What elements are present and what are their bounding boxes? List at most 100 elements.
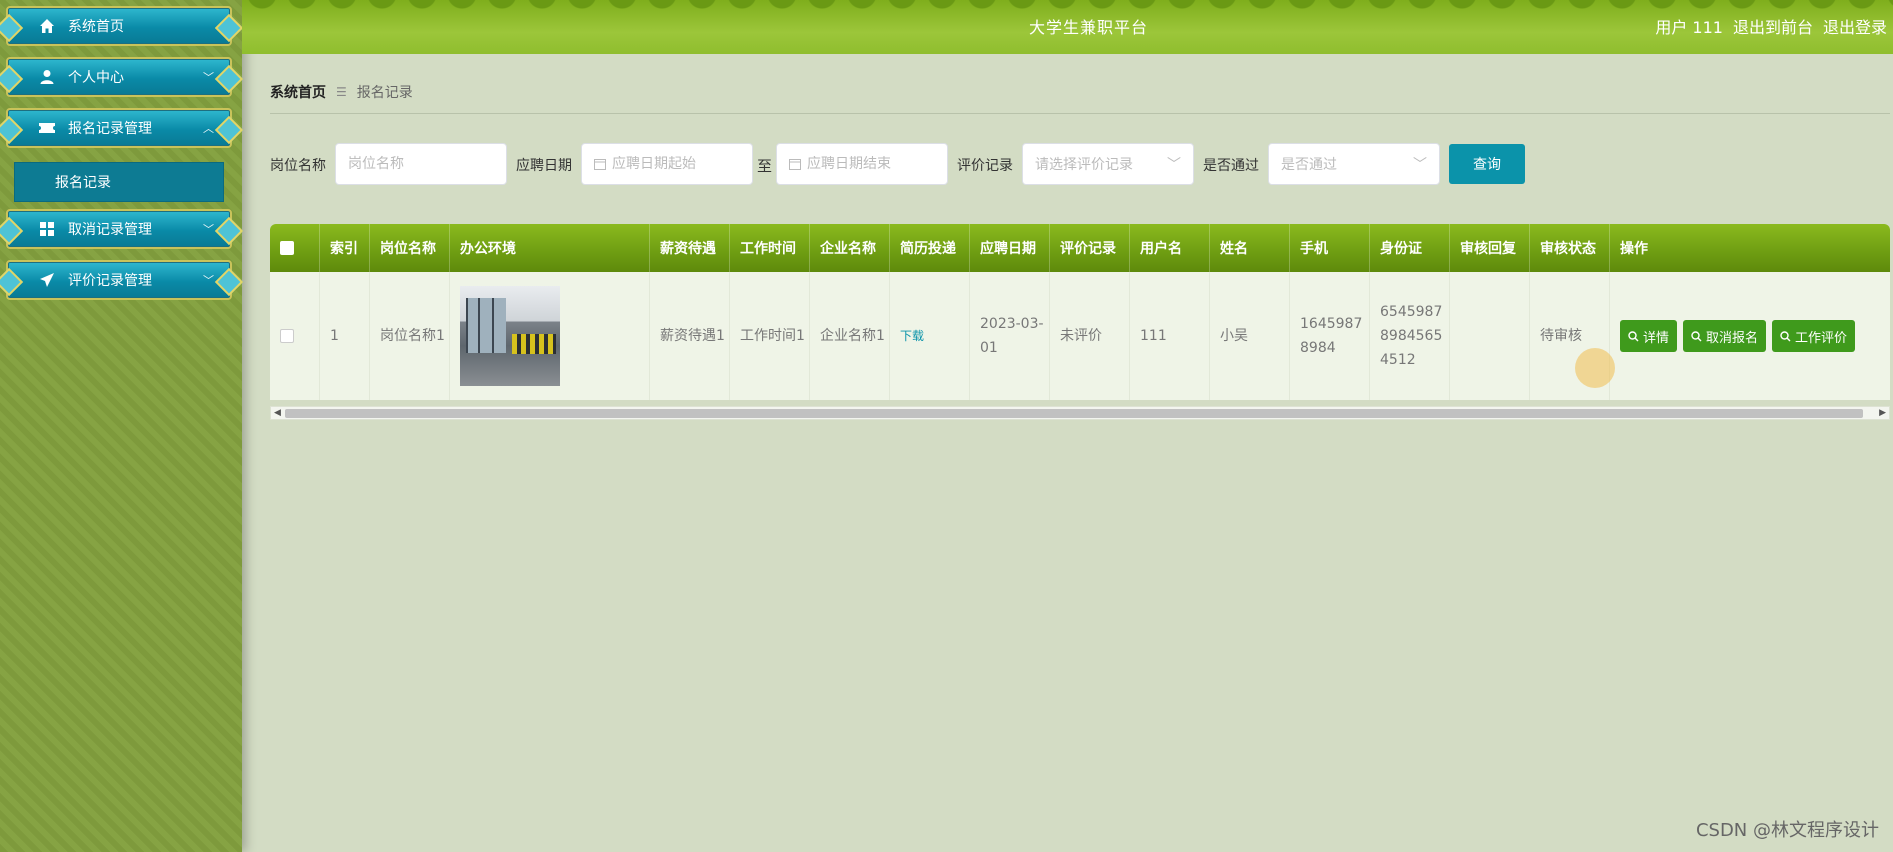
cell-salary: 薪资待遇1	[650, 272, 730, 400]
send-icon	[38, 271, 56, 289]
column-header: 岗位名称	[370, 224, 450, 272]
date-to-label: 至	[757, 157, 773, 175]
cell-phone: 16459878984	[1290, 272, 1370, 400]
column-header: 用户名	[1130, 224, 1210, 272]
evaluation-select[interactable]: 请选择评价记录 ﹀	[1022, 143, 1194, 185]
column-header: 操作	[1620, 241, 1648, 257]
scrollbar-thumb[interactable]	[285, 409, 1863, 418]
chevron-up-icon: ︿	[203, 122, 214, 135]
work-evaluation-button[interactable]: 工作评价	[1772, 320, 1856, 352]
header-decoration	[242, 0, 1893, 12]
row-checkbox[interactable]	[280, 329, 294, 343]
grid-icon	[38, 220, 56, 238]
sidebar-item-evaluation-management[interactable]: 评价记录管理 ﹀	[6, 260, 232, 300]
column-header: 评价记录	[1050, 224, 1130, 272]
column-header: 姓名	[1210, 224, 1290, 272]
query-button[interactable]: 查询	[1449, 144, 1525, 184]
cancel-signup-button[interactable]: 取消报名	[1683, 320, 1767, 352]
cell-index: 1	[320, 272, 370, 400]
breadcrumb-divider	[270, 113, 1890, 114]
evaluation-select-placeholder: 请选择评价记录	[1035, 157, 1133, 173]
sidebar-item-signup-management[interactable]: 报名记录管理 ︿	[6, 108, 232, 148]
chevron-down-icon: ﹀	[1413, 157, 1427, 173]
column-header: 工作时间	[730, 224, 810, 272]
row-select-cell	[270, 272, 320, 400]
sidebar-subitem-label: 报名记录	[55, 175, 111, 191]
column-header: 身份证	[1370, 224, 1450, 272]
chevron-down-icon: ﹀	[1167, 157, 1181, 173]
cell-actions: 详情 取消报名 工作评价	[1610, 272, 1890, 400]
scroll-right-icon[interactable]: ▶	[1879, 408, 1886, 418]
calendar-icon	[789, 155, 801, 174]
search-icon	[1780, 330, 1791, 341]
search-icon	[1628, 330, 1639, 341]
breadcrumb-current: 报名记录	[356, 85, 413, 101]
horizontal-scrollbar[interactable]: ◀ ▶	[270, 406, 1890, 420]
detail-button[interactable]: 详情	[1620, 320, 1678, 352]
sidebar-item-label: 取消记录管理	[68, 222, 152, 238]
passed-select[interactable]: 是否通过 ﹀	[1268, 143, 1440, 185]
sidebar-item-cancel-management[interactable]: 取消记录管理 ﹀	[6, 209, 232, 249]
cell-resume: 下载	[890, 272, 970, 400]
ticket-icon	[38, 119, 56, 137]
column-header: 审核状态	[1530, 224, 1610, 272]
sidebar-item-label: 评价记录管理	[68, 273, 152, 289]
cursor-highlight	[1575, 348, 1615, 388]
records-table: 索引 岗位名称 办公环境 薪资待遇 工作时间 企业名称 简历投递 应聘日期 评价…	[270, 224, 1890, 424]
apply-date-label: 应聘日期	[516, 158, 572, 174]
passed-select-placeholder: 是否通过	[1281, 157, 1337, 173]
sidebar-item-home[interactable]: 系统首页	[6, 6, 232, 46]
cell-work-time: 工作时间1	[730, 272, 810, 400]
job-name-label: 岗位名称	[270, 158, 326, 174]
chevron-down-icon: ﹀	[203, 223, 214, 236]
exit-to-front-link[interactable]: 退出到前台	[1733, 14, 1813, 38]
breadcrumb-separator-icon: ☰	[336, 85, 347, 99]
office-environment-image[interactable]	[460, 286, 560, 386]
column-header: 审核回复	[1450, 224, 1530, 272]
date-start-field[interactable]	[581, 143, 753, 185]
sidebar-item-label: 个人中心	[68, 70, 124, 86]
watermark: CSDN @林文程序设计	[1695, 820, 1879, 841]
sidebar-item-label: 系统首页	[68, 19, 124, 35]
cell-evaluation: 未评价	[1050, 272, 1130, 400]
select-all-checkbox[interactable]	[280, 241, 294, 255]
user-icon	[38, 68, 56, 86]
table-header: 索引 岗位名称 办公环境 薪资待遇 工作时间 企业名称 简历投递 应聘日期 评价…	[270, 224, 1890, 272]
top-header: 大学生兼职平台 用户 111 退出到前台 退出登录	[242, 0, 1893, 54]
header-user-area: 用户 111 退出到前台 退出登录	[1655, 14, 1887, 38]
logout-link[interactable]: 退出登录	[1823, 14, 1887, 38]
column-header: 企业名称	[810, 224, 890, 272]
home-icon	[38, 17, 56, 35]
sidebar: 系统首页 个人中心 ﹀ 报名记录管理 ︿ 报名记录 取消记录管理 ﹀ 评价记录管…	[0, 0, 242, 852]
chevron-down-icon: ﹀	[203, 71, 214, 84]
breadcrumb-home[interactable]: 系统首页	[270, 82, 326, 102]
cell-office-photo	[450, 272, 650, 400]
job-name-input[interactable]	[335, 143, 507, 185]
cell-name: 小吴	[1210, 272, 1290, 400]
detail-button-label: 详情	[1643, 330, 1670, 346]
cell-date: 2023-03-01	[970, 272, 1050, 400]
work-evaluation-button-label: 工作评价	[1795, 330, 1848, 346]
user-name: 用户 111	[1655, 18, 1723, 37]
sidebar-subitem-signup-records[interactable]: 报名记录	[14, 162, 224, 202]
cell-username: 111	[1130, 272, 1210, 400]
sidebar-item-personal-center[interactable]: 个人中心 ﹀	[6, 57, 232, 97]
calendar-icon	[594, 155, 606, 174]
column-header: 手机	[1290, 224, 1370, 272]
platform-title: 大学生兼职平台	[1029, 18, 1149, 37]
resume-download-link[interactable]: 下载	[900, 324, 924, 348]
passed-label: 是否通过	[1203, 158, 1259, 174]
evaluation-label: 评价记录	[957, 158, 1013, 174]
column-header: 应聘日期	[970, 224, 1050, 272]
column-header: 简历投递	[890, 224, 970, 272]
chevron-down-icon: ﹀	[203, 274, 214, 287]
date-end-field[interactable]	[776, 143, 948, 185]
date-start-input[interactable]	[612, 156, 742, 172]
date-end-input[interactable]	[807, 156, 937, 172]
column-header: 办公环境	[450, 224, 650, 272]
cancel-signup-button-label: 取消报名	[1706, 330, 1759, 346]
cell-company: 企业名称1	[810, 272, 890, 400]
cell-id-card: 654598789845654512	[1370, 272, 1450, 400]
scroll-left-icon[interactable]: ◀	[274, 408, 281, 418]
breadcrumb: 系统首页 ☰ 报名记录	[270, 82, 413, 102]
